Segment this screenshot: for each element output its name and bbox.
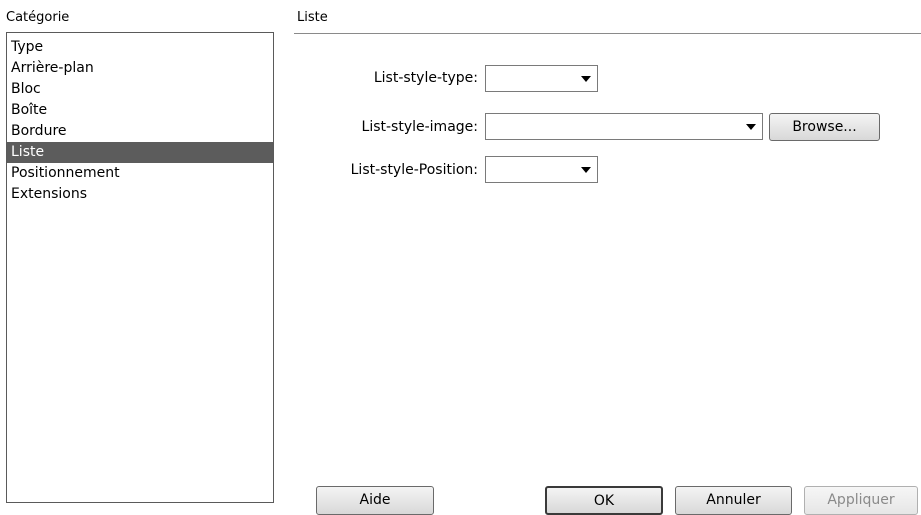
list-style-position-label: List-style-Position: (350, 162, 478, 178)
category-item-positionnement[interactable]: Positionnement (7, 163, 273, 184)
chevron-down-icon (581, 76, 591, 82)
category-item-extensions[interactable]: Extensions (7, 184, 273, 205)
category-item-liste[interactable]: Liste (7, 142, 273, 163)
category-item-label: Arrière-plan (11, 60, 94, 76)
category-item-label: Type (11, 39, 44, 55)
cancel-button[interactable]: Annuler (675, 486, 792, 515)
category-item-label: Extensions (11, 186, 88, 202)
section-divider (294, 33, 921, 34)
category-item-boite[interactable]: Boîte (7, 100, 273, 121)
ok-button[interactable]: OK (545, 486, 663, 515)
chevron-down-icon (746, 124, 756, 130)
list-style-type-label: List-style-type: (373, 70, 478, 86)
list-style-position-select[interactable] (485, 156, 598, 183)
section-heading: Liste (297, 10, 328, 25)
list-style-image-select[interactable] (485, 113, 763, 140)
help-button[interactable]: Aide (316, 486, 434, 515)
chevron-down-icon (581, 167, 591, 173)
category-item-bloc[interactable]: Bloc (7, 79, 273, 100)
category-item-bordure[interactable]: Bordure (7, 121, 273, 142)
category-list[interactable]: Type Arrière-plan Bloc Boîte Bordure Lis… (6, 32, 274, 503)
list-style-image-label: List-style-image: (361, 119, 478, 135)
category-item-label: Bordure (11, 123, 67, 139)
category-heading: Catégorie (6, 10, 70, 25)
category-item-label: Bloc (11, 81, 41, 97)
list-style-type-select[interactable] (485, 65, 598, 92)
category-item-label: Liste (11, 144, 45, 160)
category-item-arriere-plan[interactable]: Arrière-plan (7, 58, 273, 79)
category-item-label: Boîte (11, 102, 48, 118)
apply-button[interactable]: Appliquer (804, 486, 918, 515)
category-item-label: Positionnement (11, 165, 120, 181)
category-item-type[interactable]: Type (7, 37, 273, 58)
browse-button[interactable]: Browse... (769, 113, 880, 141)
